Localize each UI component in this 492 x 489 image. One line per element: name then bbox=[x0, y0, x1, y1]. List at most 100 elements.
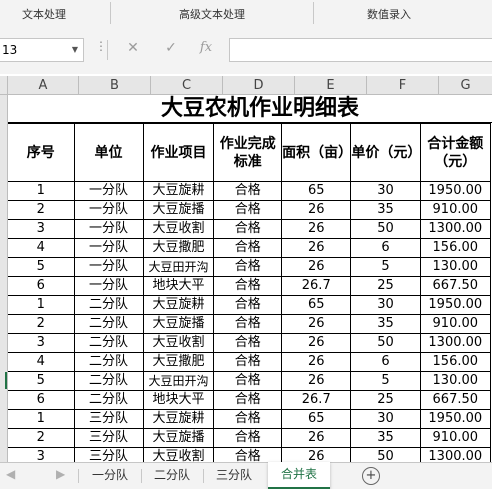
cell-area[interactable]: 65 bbox=[281, 181, 352, 201]
cell-unit[interactable]: 三分队 bbox=[73, 409, 144, 429]
cell-unit[interactable]: 二分队 bbox=[73, 352, 144, 372]
ribbon-group-advanced-text-processing[interactable]: 高级文本处理 bbox=[112, 0, 312, 26]
cell-area[interactable]: 65 bbox=[281, 409, 352, 429]
prev-sheet-icon[interactable]: ◀ bbox=[6, 467, 15, 481]
cell-index[interactable]: 2 bbox=[8, 314, 75, 334]
cell-index[interactable]: 1 bbox=[8, 409, 75, 429]
cell-unit-price[interactable]: 6 bbox=[350, 238, 421, 258]
cell-project[interactable]: 大豆田开沟 bbox=[142, 257, 215, 277]
cell-project[interactable]: 大豆收割 bbox=[142, 219, 215, 239]
cell-project[interactable]: 大豆撒肥 bbox=[142, 352, 215, 372]
tab-team-2[interactable]: 二分队 bbox=[142, 463, 202, 489]
cell-project[interactable]: 大豆田开沟 bbox=[142, 371, 215, 391]
cell-unit-price[interactable]: 35 bbox=[350, 314, 421, 334]
cell-area[interactable]: 65 bbox=[281, 295, 352, 315]
ribbon-group-text-processing[interactable]: 文本处理 bbox=[0, 0, 88, 26]
cell-standard[interactable]: 合格 bbox=[213, 219, 283, 239]
cell-unit[interactable]: 二分队 bbox=[73, 295, 144, 315]
cell-index[interactable]: 3 bbox=[8, 219, 75, 239]
cell-index[interactable]: 5 bbox=[8, 371, 75, 391]
header-standard[interactable]: 作业完成标准 bbox=[213, 123, 283, 182]
cell-unit[interactable]: 二分队 bbox=[73, 371, 144, 391]
next-sheet-icon[interactable]: ▶ bbox=[56, 467, 65, 481]
cell-unit-price[interactable]: 5 bbox=[350, 257, 421, 277]
cell-standard[interactable]: 合格 bbox=[213, 257, 283, 277]
cell-project[interactable]: 地块大平 bbox=[142, 276, 215, 296]
cell-project[interactable]: 大豆旋耕 bbox=[142, 181, 215, 201]
cell-area[interactable]: 26.7 bbox=[281, 390, 352, 410]
ribbon-group-number-entry[interactable]: 数值录入 bbox=[314, 0, 464, 26]
cell-index[interactable]: 6 bbox=[8, 390, 75, 410]
chevron-down-icon[interactable]: ▼ bbox=[72, 39, 78, 61]
formula-input[interactable] bbox=[229, 38, 492, 62]
cell-unit[interactable]: 一分队 bbox=[73, 257, 144, 277]
cell-unit[interactable]: 一分队 bbox=[73, 200, 144, 220]
cell-unit[interactable]: 一分队 bbox=[73, 181, 144, 201]
cell-unit[interactable]: 二分队 bbox=[73, 314, 144, 334]
cell-project[interactable]: 大豆旋耕 bbox=[142, 409, 215, 429]
column-header-g[interactable]: G bbox=[439, 76, 492, 95]
column-header-d[interactable]: D bbox=[223, 76, 295, 95]
cell-area[interactable]: 26 bbox=[281, 447, 352, 462]
cell-index[interactable]: 4 bbox=[8, 352, 75, 372]
cell-area[interactable]: 26 bbox=[281, 371, 352, 391]
cell-area[interactable]: 26 bbox=[281, 314, 352, 334]
cell-area[interactable]: 26 bbox=[281, 428, 352, 448]
cell-index[interactable]: 2 bbox=[8, 200, 75, 220]
cell-total[interactable]: 910.00 bbox=[419, 200, 492, 220]
column-header-a[interactable]: A bbox=[8, 76, 79, 95]
tab-team-3[interactable]: 三分队 bbox=[204, 463, 264, 489]
cell-unit-price[interactable]: 25 bbox=[350, 276, 421, 296]
cell-index[interactable]: 3 bbox=[8, 447, 75, 462]
header-unit-price[interactable]: 单价（元） bbox=[350, 123, 421, 182]
drag-handle-icon[interactable]: ⋮ bbox=[95, 39, 107, 53]
cell-total[interactable]: 1300.00 bbox=[419, 333, 492, 353]
cell-unit[interactable]: 一分队 bbox=[73, 219, 144, 239]
cell-area[interactable]: 26 bbox=[281, 257, 352, 277]
cell-total[interactable]: 1950.00 bbox=[419, 409, 492, 429]
cell-unit-price[interactable]: 35 bbox=[350, 200, 421, 220]
cell-total[interactable]: 156.00 bbox=[419, 238, 492, 258]
cell-standard[interactable]: 合格 bbox=[213, 200, 283, 220]
header-project[interactable]: 作业项目 bbox=[142, 123, 215, 182]
cell-standard[interactable]: 合格 bbox=[213, 295, 283, 315]
cell-unit-price[interactable]: 50 bbox=[350, 447, 421, 462]
cell-index[interactable]: 3 bbox=[8, 333, 75, 353]
header-unit[interactable]: 单位 bbox=[73, 123, 144, 182]
cell-unit-price[interactable]: 30 bbox=[350, 181, 421, 201]
cell-index[interactable]: 6 bbox=[8, 276, 75, 296]
add-sheet-icon[interactable]: + bbox=[362, 467, 380, 485]
cell-project[interactable]: 大豆收割 bbox=[142, 447, 215, 462]
cell-standard[interactable]: 合格 bbox=[213, 238, 283, 258]
cell-standard[interactable]: 合格 bbox=[213, 428, 283, 448]
cell-area[interactable]: 26 bbox=[281, 238, 352, 258]
cell-project[interactable]: 地块大平 bbox=[142, 390, 215, 410]
cell-project[interactable]: 大豆收割 bbox=[142, 333, 215, 353]
column-header-e[interactable]: E bbox=[295, 76, 367, 95]
cell-standard[interactable]: 合格 bbox=[213, 314, 283, 334]
cell-standard[interactable]: 合格 bbox=[213, 352, 283, 372]
cell-standard[interactable]: 合格 bbox=[213, 333, 283, 353]
cell-standard[interactable]: 合格 bbox=[213, 390, 283, 410]
row-header-strip[interactable] bbox=[0, 95, 8, 462]
header-index[interactable]: 序号 bbox=[8, 123, 75, 182]
cell-total[interactable]: 130.00 bbox=[419, 257, 492, 277]
tab-merged-sheet[interactable]: 合并表 bbox=[268, 462, 330, 489]
cell-area[interactable]: 26 bbox=[281, 219, 352, 239]
cell-standard[interactable]: 合格 bbox=[213, 371, 283, 391]
insert-function-icon[interactable]: fx bbox=[197, 40, 215, 55]
cell-standard[interactable]: 合格 bbox=[213, 409, 283, 429]
sheet-title[interactable]: 大豆农机作业明细表 bbox=[8, 95, 492, 123]
header-area[interactable]: 面积（亩） bbox=[281, 123, 352, 182]
cell-area[interactable]: 26.7 bbox=[281, 276, 352, 296]
cancel-icon[interactable]: ✕ bbox=[124, 40, 142, 56]
cell-unit-price[interactable]: 30 bbox=[350, 295, 421, 315]
cell-index[interactable]: 1 bbox=[8, 181, 75, 201]
cell-total[interactable]: 1300.00 bbox=[419, 219, 492, 239]
cell-unit-price[interactable]: 35 bbox=[350, 428, 421, 448]
column-header-f[interactable]: F bbox=[367, 76, 439, 95]
cell-standard[interactable]: 合格 bbox=[213, 447, 283, 462]
cell-project[interactable]: 大豆旋播 bbox=[142, 428, 215, 448]
cell-standard[interactable]: 合格 bbox=[213, 276, 283, 296]
header-total[interactable]: 合计金额（元） bbox=[419, 123, 492, 182]
